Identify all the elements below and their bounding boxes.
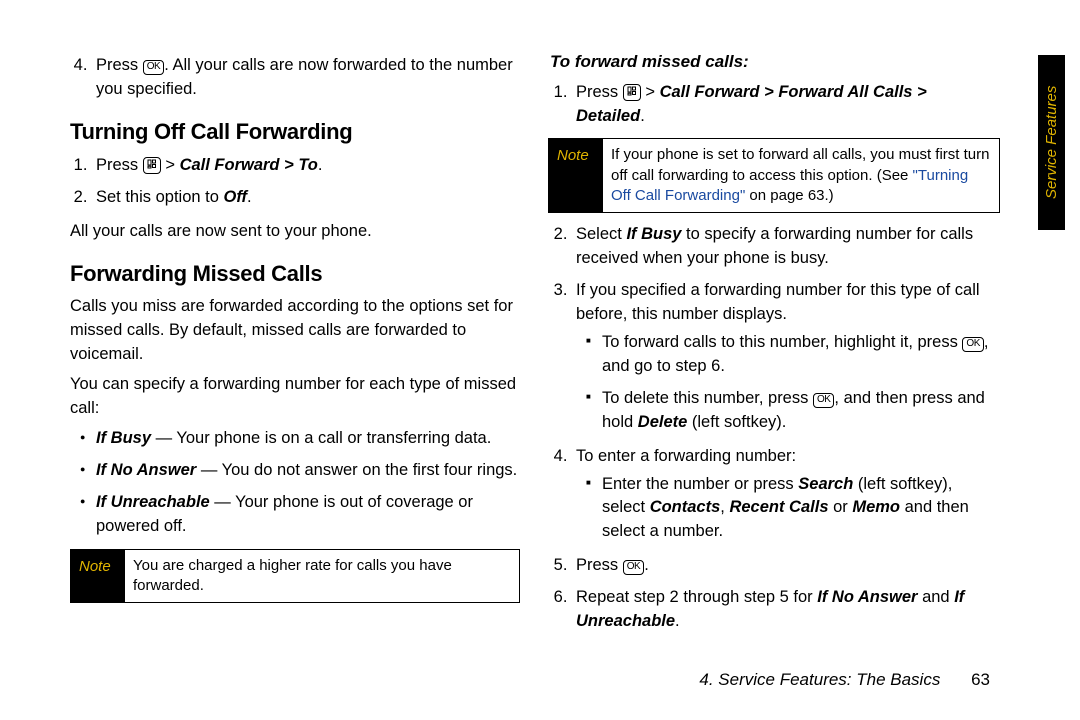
text: Press: [96, 156, 143, 174]
ok-key-icon: OK: [813, 393, 834, 408]
paragraph: Calls you miss are forwarded according t…: [70, 295, 520, 367]
bullet-if-unreachable: If Unreachable — Your phone is out of co…: [84, 491, 520, 539]
text: — Your phone is on a call or transferrin…: [151, 429, 491, 447]
paragraph: You can specify a forwarding number for …: [70, 373, 520, 421]
text: If you specified a forwarding number for…: [576, 281, 980, 323]
left-column: Press OK. All your calls are now forward…: [70, 50, 540, 680]
text: >: [641, 83, 660, 101]
text: (left softkey).: [687, 413, 786, 431]
turnoff-step-1: Press > Call Forward > To.: [92, 154, 520, 178]
step-4: Press OK. All your calls are now forward…: [92, 54, 520, 102]
memo-label: Memo: [852, 498, 900, 516]
section-tab: Service Features: [1038, 55, 1065, 230]
contacts-label: Contacts: [650, 498, 721, 516]
text: Set this option to: [96, 188, 224, 206]
label: If Busy: [96, 429, 151, 447]
text: .: [644, 556, 649, 574]
text: Repeat step 2 through step 5 for: [576, 588, 817, 606]
right-column: To forward missed calls: Press > Call Fo…: [550, 50, 1050, 680]
recent-calls-label: Recent Calls: [729, 498, 828, 516]
text: To forward calls to this number, highlig…: [602, 333, 962, 351]
fwd-step-1: Press > Call Forward > Forward All Calls…: [572, 81, 1000, 129]
text: or: [829, 498, 853, 516]
note-label: Note: [549, 139, 603, 212]
search-label: Search: [798, 475, 853, 493]
menu-key-icon: [143, 157, 161, 174]
ok-key-icon: OK: [962, 337, 983, 352]
text: Press: [96, 56, 143, 74]
text: and: [917, 588, 954, 606]
text: Select: [576, 225, 626, 243]
delete-label: Delete: [638, 413, 688, 431]
fwd-step-5: Press OK.: [572, 554, 1000, 578]
heading-fmc: Forwarding Missed Calls: [70, 258, 520, 290]
page-number: 63: [971, 670, 990, 690]
paragraph: All your calls are now sent to your phon…: [70, 220, 520, 244]
bullet-if-busy: If Busy — Your phone is on a call or tra…: [84, 427, 520, 451]
bullet-if-no-answer: If No Answer — You do not answer on the …: [84, 459, 520, 483]
text: >: [161, 156, 180, 174]
text: — You do not answer on the first four ri…: [196, 461, 517, 479]
note-box: Note You are charged a higher rate for c…: [70, 549, 520, 604]
text: Press: [576, 83, 623, 101]
text: Enter the number or press: [602, 475, 798, 493]
text: .: [318, 156, 323, 174]
ok-key-icon: OK: [623, 560, 644, 575]
sub-forward: To forward calls to this number, highlig…: [590, 331, 1000, 379]
sub-delete: To delete this number, press OK, and the…: [590, 387, 1000, 435]
footer-chapter: 4. Service Features: The Basics: [699, 670, 940, 689]
if-busy-label: If Busy: [626, 225, 681, 243]
fwd-step-4: To enter a forwarding number: Enter the …: [572, 445, 1000, 545]
text: .: [247, 188, 252, 206]
subheading: To forward missed calls:: [550, 50, 1000, 75]
note-box: Note If your phone is set to forward all…: [548, 138, 1000, 213]
text: To enter a forwarding number:: [576, 447, 796, 465]
ok-key-icon: OK: [143, 60, 164, 75]
text: on page 63.): [745, 187, 833, 204]
note-body: If your phone is set to forward all call…: [603, 139, 999, 212]
label: If No Answer: [96, 461, 196, 479]
text: To delete this number, press: [602, 389, 813, 407]
fwd-step-2: Select If Busy to specify a forwarding n…: [572, 223, 1000, 271]
fwd-step-3: If you specified a forwarding number for…: [572, 279, 1000, 435]
page-footer: 4. Service Features: The Basics 63: [699, 670, 990, 690]
menu-key-icon: [623, 84, 641, 101]
sub-enter-number: Enter the number or press Search (left s…: [590, 473, 1000, 545]
text: .: [675, 612, 680, 630]
label: If Unreachable: [96, 493, 210, 511]
note-body: You are charged a higher rate for calls …: [125, 550, 519, 603]
fwd-step-6: Repeat step 2 through step 5 for If No A…: [572, 586, 1000, 634]
if-no-answer-label: If No Answer: [817, 588, 917, 606]
off-label: Off: [224, 188, 248, 206]
text: .: [640, 107, 645, 125]
menu-path: Call Forward > To: [180, 156, 318, 174]
manual-page: Press OK. All your calls are now forward…: [0, 0, 1080, 720]
note-label: Note: [71, 550, 125, 603]
text: Press: [576, 556, 623, 574]
heading-turning-off: Turning Off Call Forwarding: [70, 116, 520, 148]
turnoff-step-2: Set this option to Off.: [92, 186, 520, 210]
